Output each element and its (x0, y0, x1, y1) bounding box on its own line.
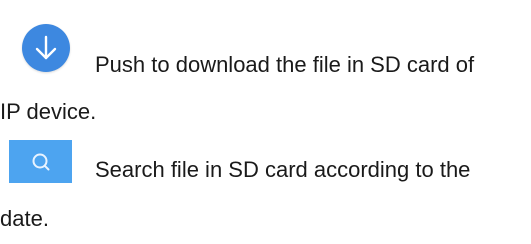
search-description-line-2: date. (0, 206, 49, 231)
download-description-line-1: Push to download the file in SD card of (95, 52, 475, 77)
search-icon (9, 140, 72, 183)
search-description-line-1: Search file in SD card according to the (95, 157, 471, 182)
download-description-line-2: IP device. (0, 99, 97, 124)
document-page: Push to download the file in SD card of … (0, 0, 531, 244)
download-icon (22, 24, 70, 72)
